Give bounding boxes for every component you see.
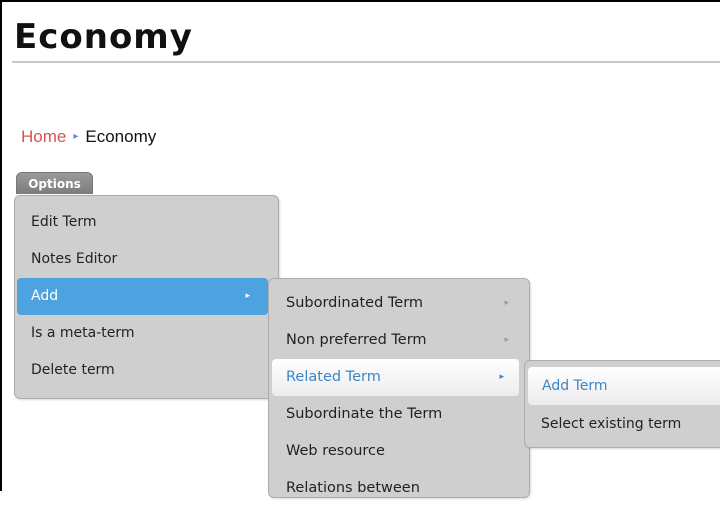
add-submenu: Subordinated Term ▸ Non preferred Term ▸… — [268, 278, 530, 498]
page-title: Economy — [14, 17, 193, 57]
menu-item-subordinate-the-term[interactable]: Subordinate the Term — [269, 396, 529, 433]
breadcrumb-arrow-icon: ▸ — [73, 130, 79, 142]
breadcrumb-current: Economy — [85, 127, 157, 146]
menu-item-add-term[interactable]: Add Term — [528, 367, 720, 405]
menu-item-label: Edit Term — [31, 214, 97, 230]
menu-item-web-resource[interactable]: Web resource — [269, 433, 529, 470]
title-divider — [12, 61, 720, 63]
menu-item-label: Related Term — [286, 369, 381, 385]
menu-item-delete-term[interactable]: Delete term — [15, 352, 278, 389]
menu-item-edit-term[interactable]: Edit Term — [15, 204, 278, 241]
menu-item-label: Non preferred Term — [286, 332, 427, 348]
menu-item-label: Select existing term — [541, 416, 682, 432]
menu-item-label: Is a meta-term — [31, 325, 135, 341]
breadcrumb-home-link[interactable]: Home — [21, 128, 66, 145]
menu-item-subordinated-term[interactable]: Subordinated Term ▸ — [269, 285, 529, 322]
breadcrumb: Home ▸ Economy — [21, 128, 156, 145]
menu-item-non-preferred-term[interactable]: Non preferred Term ▸ — [269, 322, 529, 359]
options-button[interactable]: Options — [16, 172, 93, 194]
menu-item-add[interactable]: Add ▸ — [17, 278, 268, 315]
menu-item-notes-editor[interactable]: Notes Editor — [15, 241, 278, 278]
menu-item-label: Web resource — [286, 443, 385, 459]
menu-item-label: Notes Editor — [31, 251, 118, 267]
menu-item-label: Delete term — [31, 362, 115, 378]
menu-item-meta-term[interactable]: Is a meta-term — [15, 315, 278, 352]
related-term-submenu: Add Term Select existing term — [524, 360, 720, 448]
chevron-right-icon: ▸ — [499, 372, 504, 382]
menu-item-label: Subordinated Term — [286, 295, 424, 311]
chevron-right-icon: ▸ — [504, 335, 509, 345]
options-menu: Edit Term Notes Editor Add ▸ Is a meta-t… — [14, 195, 279, 399]
menu-item-label: Subordinate the Term — [286, 406, 443, 422]
chevron-right-icon: ▸ — [245, 291, 250, 301]
menu-item-label: Add Term — [542, 378, 608, 394]
chevron-right-icon: ▸ — [504, 298, 509, 308]
menu-item-select-existing-term[interactable]: Select existing term — [525, 405, 720, 443]
menu-item-label: Add — [31, 288, 59, 304]
menu-item-relations-between[interactable]: Relations between — [269, 470, 529, 507]
menu-item-related-term[interactable]: Related Term ▸ — [272, 359, 519, 396]
menu-item-label: Relations between — [286, 480, 420, 496]
